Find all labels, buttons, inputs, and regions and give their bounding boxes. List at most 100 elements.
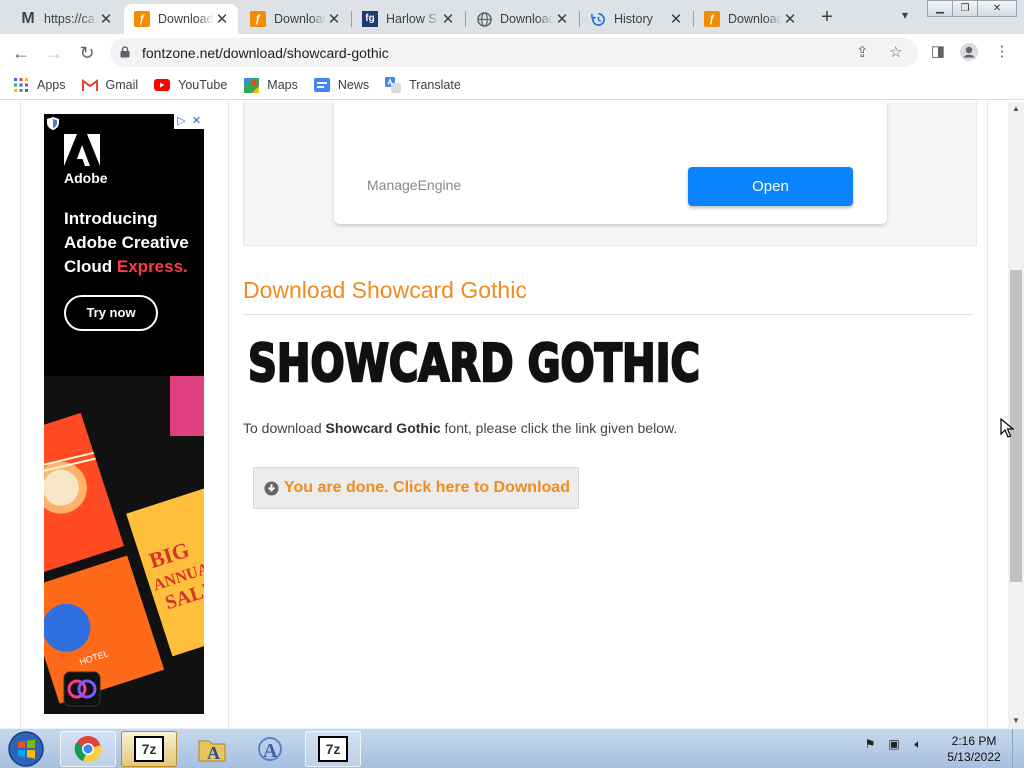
translate-icon	[385, 77, 402, 93]
tab-title: Download	[728, 12, 782, 26]
restore-icon[interactable]: ❐	[952, 0, 978, 17]
close-icon[interactable]: ✕	[440, 10, 456, 28]
tab-strip: M https://ca ✕ ƒ Download ✕ ƒ Download ✕…	[0, 0, 1024, 34]
shield-icon	[47, 117, 59, 130]
gmail-icon	[81, 77, 98, 93]
tab-history[interactable]: History ✕	[580, 4, 692, 34]
open-button[interactable]: Open	[688, 167, 853, 206]
clock-time[interactable]: 2:16 PM	[946, 734, 1002, 748]
tab-gmail[interactable]: M https://ca ✕	[10, 4, 122, 34]
show-desktop-button[interactable]	[1012, 729, 1024, 768]
bookmark-label: Maps	[267, 78, 298, 92]
globe-icon	[476, 11, 492, 27]
minimize-icon[interactable]: ▁	[927, 0, 953, 17]
kebab-menu-icon[interactable]: ⋮	[991, 42, 1013, 60]
page-viewport: ▷ ✕ Adobe Introducing Adobe Creative Clo…	[0, 102, 1008, 728]
forward-arrow-icon[interactable]: →	[41, 40, 67, 66]
gmail-icon: M	[21, 10, 35, 27]
youtube-icon	[154, 77, 171, 93]
fontzone-icon: ƒ	[134, 11, 150, 27]
taskbar-font-folder[interactable]: A	[184, 731, 240, 767]
taskbar-7zip[interactable]: 7z	[305, 731, 361, 767]
new-tab-icon[interactable]: +	[814, 6, 840, 30]
address-bar[interactable]: fontzone.net/download/showcard-gothic ⇪ …	[110, 38, 918, 67]
bookmark-youtube[interactable]: YouTube	[154, 77, 227, 93]
bookmark-gmail[interactable]: Gmail	[81, 77, 139, 93]
chrome-icon	[74, 736, 102, 763]
font-preview-text: SHOWCARD GOTHIC	[248, 334, 700, 390]
bookmark-star-icon[interactable]: ☆	[889, 43, 902, 61]
7zip-icon: 7z	[318, 736, 348, 762]
start-button-icon[interactable]	[4, 730, 48, 768]
font-viewer-icon: A	[258, 737, 282, 762]
7zip-icon: 7z	[134, 736, 164, 762]
bookmarks-bar: Apps Gmail YouTube Maps News Translate	[0, 71, 1024, 100]
tab-title: Download	[500, 12, 554, 26]
page-title: Download Showcard Gothic	[243, 277, 527, 303]
bookmark-label: Gmail	[105, 78, 139, 92]
taskbar-font-viewer[interactable]: A	[242, 731, 298, 767]
reload-icon[interactable]: ↻	[74, 40, 100, 66]
font-folder-icon: A	[198, 740, 226, 763]
tab-search-chevron-icon[interactable]: ▾	[893, 8, 917, 28]
close-icon[interactable]: ✕	[214, 10, 230, 28]
manageengine-ad-card[interactable]: ManageEngine Open	[334, 102, 887, 224]
tab-title: Download	[158, 12, 214, 26]
share-icon[interactable]: ⇪	[856, 43, 869, 61]
tab-download-3[interactable]: ƒ Download ✕	[694, 4, 806, 34]
clock-date[interactable]: 5/13/2022	[940, 750, 1008, 764]
close-icon[interactable]: ✕	[98, 10, 114, 28]
profile-avatar-icon[interactable]	[958, 42, 980, 66]
svg-text:A: A	[263, 740, 278, 762]
taskbar-chrome[interactable]	[60, 731, 116, 767]
browser-toolbar: ← → ↻ fontzone.net/download/showcard-got…	[0, 34, 1024, 71]
scroll-down-arrow-icon[interactable]: ▼	[1008, 714, 1024, 728]
download-button[interactable]: You are done. Click here to Download	[253, 467, 579, 509]
ad-close-icon[interactable]: ✕	[189, 114, 204, 129]
title-divider	[243, 314, 973, 315]
ad-choices[interactable]: ▷ ✕	[174, 114, 204, 129]
volume-icon[interactable]: 🔈︎	[910, 737, 926, 753]
close-icon[interactable]: ✕	[782, 10, 798, 28]
adobe-side-ad[interactable]: ▷ ✕ Adobe Introducing Adobe Creative Clo…	[44, 114, 204, 714]
tab-harlow[interactable]: fg Harlow S ✕	[352, 4, 464, 34]
tab-download-active[interactable]: ƒ Download ✕	[124, 4, 238, 34]
ad-headline-accent: Express.	[116, 257, 188, 276]
ad-choices-icon[interactable]: ▷	[174, 114, 189, 129]
tab-title: Download	[274, 12, 326, 26]
ad-brand: ManageEngine	[367, 177, 462, 193]
mouse-cursor-icon	[1000, 418, 1014, 438]
close-icon[interactable]: ✕	[554, 10, 570, 28]
network-icon[interactable]: ▣	[886, 737, 902, 753]
taskbar-7zip-selected[interactable]: 7z	[121, 731, 177, 767]
tab-title: https://ca	[44, 12, 95, 26]
bookmark-label: News	[337, 78, 370, 92]
maps-icon	[243, 77, 259, 93]
side-panel-icon[interactable]: ◨	[927, 42, 949, 60]
download-circle-icon	[264, 480, 279, 496]
vertical-scrollbar[interactable]: ▲ ▼	[1008, 102, 1024, 728]
close-icon[interactable]: ✕	[326, 10, 342, 28]
back-arrow-icon[interactable]: ←	[8, 40, 34, 66]
window-close-icon[interactable]: ✕	[977, 0, 1017, 17]
tab-download-2[interactable]: ƒ Download ✕	[240, 4, 350, 34]
action-center-flag-icon[interactable]: ⚑	[862, 737, 878, 753]
tab-title: History	[614, 12, 653, 26]
fontzone-icon: ƒ	[704, 11, 720, 27]
url-text[interactable]: fontzone.net/download/showcard-gothic	[142, 45, 389, 61]
bookmark-maps[interactable]: Maps	[243, 77, 298, 93]
bookmark-translate[interactable]: Translate	[385, 77, 461, 93]
bookmark-apps[interactable]: Apps	[13, 77, 66, 93]
close-icon[interactable]: ✕	[668, 10, 684, 28]
bookmark-label: Translate	[409, 78, 461, 92]
scroll-up-arrow-icon[interactable]: ▲	[1008, 102, 1024, 116]
try-now-button[interactable]: Try now	[64, 295, 158, 331]
tab-download-globe[interactable]: Download ✕	[466, 4, 578, 34]
adobe-logo-icon	[64, 134, 100, 166]
download-button-label: You are done. Click here to Download	[284, 479, 570, 496]
bookmark-news[interactable]: News	[313, 77, 370, 93]
font-preview-image: SHOWCARD GOTHIC	[248, 333, 701, 390]
top-ad-container: ManageEngine Open	[243, 102, 977, 246]
fontzone-icon: ƒ	[250, 11, 266, 27]
main-content: ManageEngine Open Download Showcard Goth…	[243, 102, 977, 728]
